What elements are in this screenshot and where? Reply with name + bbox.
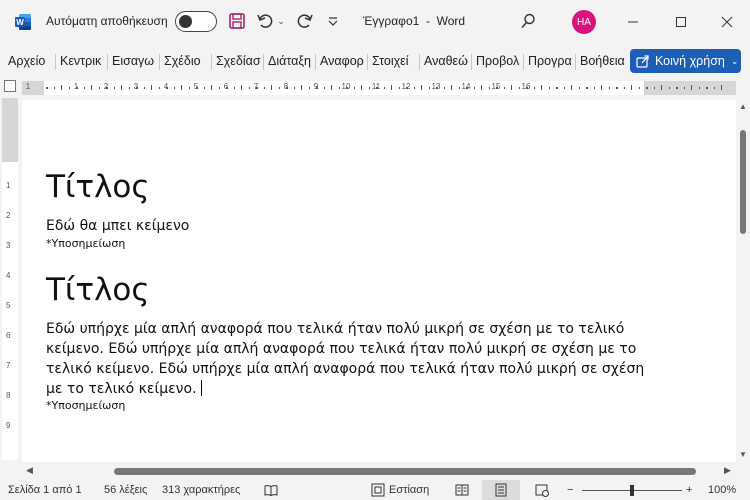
vertical-ruler-number: 8 bbox=[6, 391, 11, 400]
tab-home[interactable]: Κεντρικ bbox=[56, 46, 106, 76]
scroll-left-icon[interactable]: ◀ bbox=[26, 465, 33, 476]
text-cursor bbox=[200, 380, 202, 396]
scroll-right-icon[interactable]: ▶ bbox=[724, 465, 731, 476]
tab-file[interactable]: Αρχείο bbox=[4, 46, 54, 76]
vertical-ruler-number: 5 bbox=[6, 301, 11, 310]
document-title: Έγγραφο1 - Word bbox=[363, 14, 466, 28]
proofing-book-icon[interactable] bbox=[264, 483, 278, 497]
body-text-2-content: Εδώ υπήρχε μία απλή αναφορά που τελικά ή… bbox=[46, 321, 645, 397]
autosave-toggle[interactable] bbox=[175, 11, 217, 32]
tab-draw[interactable]: Σχέδιο bbox=[160, 46, 210, 76]
vertical-ruler-number: 1 bbox=[6, 181, 11, 190]
read-mode-icon[interactable] bbox=[455, 483, 469, 497]
share-label: Κοινή χρήση bbox=[655, 54, 725, 68]
word-count[interactable]: 56 λέξεις bbox=[104, 484, 147, 496]
zoom-level[interactable]: 100% bbox=[708, 484, 736, 496]
ruler-number: 1 bbox=[25, 82, 31, 91]
horizontal-scroll-thumb[interactable] bbox=[114, 468, 696, 475]
vertical-ruler-number: 6 bbox=[6, 331, 11, 340]
tab-developer[interactable]: Προγρα bbox=[524, 46, 574, 76]
tab-references[interactable]: Αναφορ bbox=[316, 46, 366, 76]
vertical-ruler-number: 7 bbox=[6, 361, 11, 370]
close-icon[interactable] bbox=[717, 12, 737, 32]
redo-icon[interactable] bbox=[296, 12, 314, 30]
ribbon-tabs: Αρχείο Κεντρικ Εισαγω Σχέδιο Σχεδίασ Διά… bbox=[0, 46, 750, 76]
tab-view[interactable]: Προβολ bbox=[472, 46, 522, 76]
save-icon[interactable] bbox=[228, 12, 246, 30]
minimize-icon[interactable] bbox=[623, 12, 643, 32]
footnote-2[interactable]: *Υποσημείωση bbox=[46, 399, 125, 412]
heading-1[interactable]: Τίτλος bbox=[46, 169, 150, 205]
vertical-ruler-number: 3 bbox=[6, 241, 11, 250]
tab-insert[interactable]: Εισαγω bbox=[108, 46, 158, 76]
customize-toolbar-icon[interactable] bbox=[326, 13, 340, 29]
web-layout-icon[interactable] bbox=[535, 483, 549, 497]
focus-label[interactable]: Εστίαση bbox=[389, 484, 429, 496]
autosave-label: Αυτόματη αποθήκευση bbox=[46, 14, 168, 28]
vertical-ruler-number: 4 bbox=[6, 271, 11, 280]
vertical-scroll-thumb[interactable] bbox=[740, 130, 746, 234]
scroll-down-icon[interactable]: ▼ bbox=[739, 450, 747, 459]
document-page[interactable]: Τίτλος Εδώ θα μπει κείμενο *Υποσημείωση … bbox=[22, 100, 736, 462]
vertical-ruler-number: 9 bbox=[6, 421, 11, 430]
status-bar: Σελίδα 1 από 1 56 λέξεις 313 χαρακτήρες … bbox=[0, 480, 750, 500]
body-text-1[interactable]: Εδώ θα μπει κείμενο bbox=[46, 216, 650, 236]
vertical-ruler-number: 2 bbox=[6, 211, 11, 220]
zoom-slider-thumb[interactable] bbox=[630, 485, 634, 496]
horizontal-scrollbar[interactable]: ◀ ▶ bbox=[22, 464, 736, 478]
chevron-down-icon: ⌄ bbox=[730, 55, 739, 66]
tab-review[interactable]: Αναθεώ bbox=[420, 46, 470, 76]
body-text-2[interactable]: Εδώ υπήρχε μία απλή αναφορά που τελικά ή… bbox=[46, 319, 650, 399]
zoom-in-button[interactable]: + bbox=[686, 484, 692, 496]
print-layout-icon[interactable] bbox=[494, 483, 508, 497]
char-count[interactable]: 313 χαρακτήρες bbox=[162, 484, 240, 496]
vertical-ruler-margin bbox=[2, 98, 18, 162]
undo-icon[interactable] bbox=[256, 12, 274, 30]
zoom-out-button[interactable]: − bbox=[567, 484, 573, 496]
share-icon bbox=[636, 54, 650, 68]
vertical-scrollbar[interactable]: ▲ ▼ bbox=[736, 100, 750, 462]
tab-selector-icon[interactable] bbox=[4, 80, 16, 92]
tab-help[interactable]: Βοήθεια bbox=[576, 46, 626, 76]
maximize-icon[interactable] bbox=[671, 12, 691, 32]
focus-icon[interactable] bbox=[371, 483, 385, 497]
word-logo-icon: W bbox=[14, 13, 32, 31]
page-count[interactable]: Σελίδα 1 από 1 bbox=[8, 484, 82, 496]
tab-design[interactable]: Σχεδίασ bbox=[212, 46, 262, 76]
heading-2[interactable]: Τίτλος bbox=[46, 272, 150, 308]
horizontal-ruler: 112345678910111213141516 bbox=[22, 79, 736, 97]
tab-layout[interactable]: Διάταξη bbox=[264, 46, 314, 76]
search-icon[interactable] bbox=[519, 12, 537, 30]
share-button[interactable]: Κοινή χρήση ⌄ bbox=[630, 49, 741, 73]
scroll-up-icon[interactable]: ▲ bbox=[739, 102, 747, 111]
title-bar: W Αυτόματη αποθήκευση ⌄ Έγγραφο1 - Word bbox=[0, 0, 750, 44]
footnote-1[interactable]: *Υποσημείωση bbox=[46, 237, 125, 250]
avatar[interactable]: HA bbox=[572, 10, 596, 34]
svg-text:W: W bbox=[16, 18, 24, 27]
undo-dropdown-chevron-icon[interactable]: ⌄ bbox=[276, 14, 286, 28]
tab-mailings[interactable]: Στοιχεί bbox=[368, 46, 418, 76]
